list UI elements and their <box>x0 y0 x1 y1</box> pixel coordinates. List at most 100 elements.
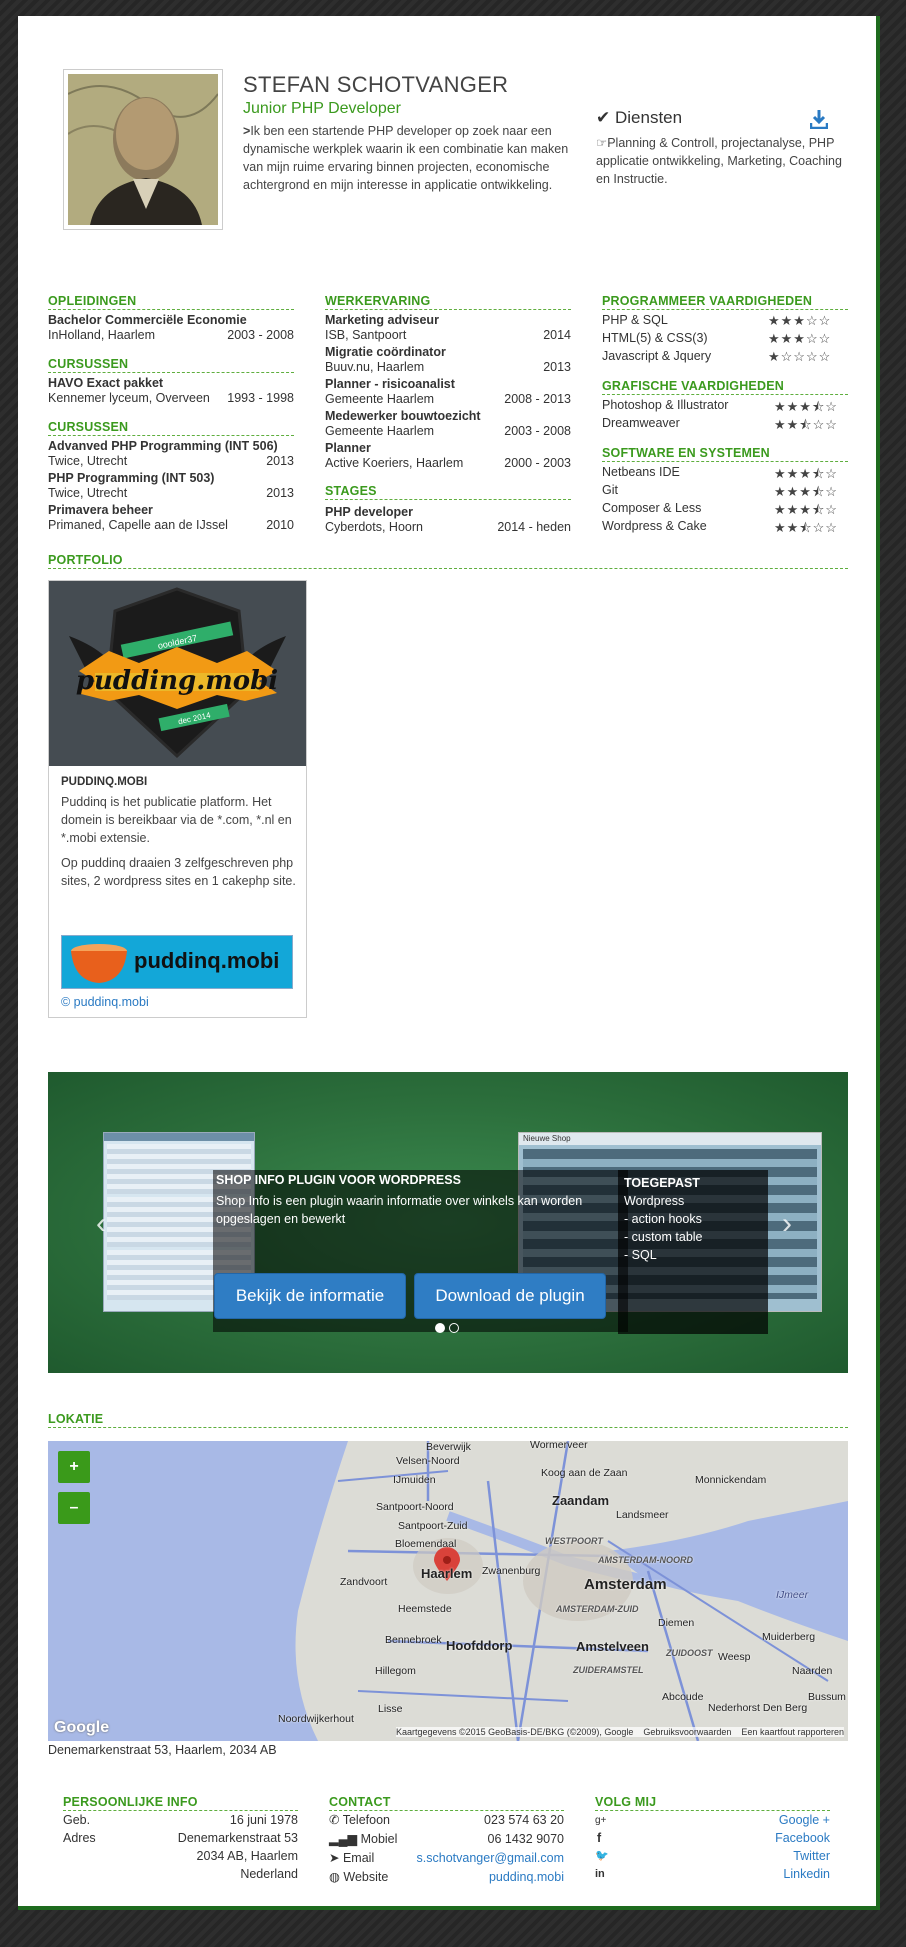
edu-date: 2003 - 2008 <box>227 328 294 342</box>
download-icon[interactable] <box>809 109 829 130</box>
contact-label: Telefoon <box>342 1813 390 1827</box>
map-place-label: Santpoort-Zuid <box>398 1520 468 1532</box>
contact-label: Email <box>342 1851 375 1865</box>
section-persoonlijk: PERSOONLIJKE INFO <box>63 1795 298 1811</box>
website-link[interactable]: puddinq.mobi <box>398 1870 564 1885</box>
prev-slide-arrow-icon[interactable]: ‹ <box>96 1207 106 1241</box>
send-icon: ➤ <box>329 1851 340 1865</box>
skill-name: Javascript & Jquery <box>602 349 712 363</box>
map-place-label: Heemstede <box>398 1603 452 1615</box>
google-plus-link[interactable]: Google + <box>658 1813 830 1828</box>
slide-dot[interactable] <box>449 1323 459 1333</box>
view-info-button[interactable]: Bekijk de informatie <box>214 1273 406 1319</box>
side-line: Wordpress <box>624 1194 685 1208</box>
course-date: 2010 <box>266 518 294 532</box>
services-title: Diensten <box>614 108 683 127</box>
skill-name: Photoshop & Illustrator <box>602 398 729 412</box>
course-name: PHP Programming (INT 503) <box>48 471 215 485</box>
google-logo: Google <box>54 1719 110 1736</box>
contact-label: Website <box>343 1870 389 1884</box>
map-place-label: Diemen <box>658 1617 695 1629</box>
section-software: SOFTWARE EN SYSTEMEN <box>602 446 848 462</box>
zoom-in-button[interactable]: + <box>58 1451 90 1483</box>
edu-name: Bachelor Commerciële Economie <box>48 313 247 327</box>
linkedin-link[interactable]: Linkedin <box>658 1867 830 1882</box>
side-line: - SQL <box>624 1248 657 1262</box>
map-place-label: Velsen-Noord <box>396 1455 460 1467</box>
twitter-link[interactable]: Twitter <box>658 1849 830 1864</box>
map-place-label: Bloemendaal <box>395 1538 457 1550</box>
work-date: 2000 - 2003 <box>504 456 571 470</box>
side-line: - custom table <box>624 1230 703 1244</box>
section-lokatie: LOKATIE <box>48 1412 848 1428</box>
table-header-bar <box>104 1133 254 1141</box>
map-image <box>48 1441 848 1741</box>
slide-dot-active[interactable] <box>435 1323 445 1333</box>
thumbs-up-icon: ☞ <box>596 136 608 150</box>
intro-text: Ik ben een startende PHP developer op zo… <box>243 124 569 192</box>
course-place: Primaned, Capelle aan de IJssel <box>48 518 228 532</box>
work-name: Migratie coördinator <box>325 345 446 359</box>
profile-intro: >Ik ben een startende PHP developer op z… <box>243 122 573 194</box>
side-title: TOEGEPAST <box>624 1176 700 1190</box>
work-date: 2013 <box>543 360 571 374</box>
portrait-image <box>67 74 219 225</box>
skill-name: Composer & Less <box>602 501 702 515</box>
google-plus-icon: g+ <box>595 1815 607 1826</box>
portfolio-link[interactable]: © puddinq.mobi <box>61 995 149 1009</box>
map-place-label: Naarden <box>792 1665 833 1677</box>
map-place-label: Hoofddorp <box>446 1638 513 1653</box>
services-header: ✔ Diensten <box>596 108 846 128</box>
map-place-label: Beverwijk <box>426 1441 471 1453</box>
location-map[interactable]: + – Google Kaartgegevens ©2015 GeoBasis-… <box>48 1441 848 1741</box>
next-slide-arrow-icon[interactable]: › <box>782 1207 792 1241</box>
phone-value: 023 574 63 20 <box>484 1813 564 1827</box>
work-item: Planner - risicoanalist Gemeente Haarlem 2… <box>325 377 571 407</box>
section-programmeer: PROGRAMMEER VAARDIGHEDEN <box>602 294 848 310</box>
address-line: Nederland <box>240 1867 298 1881</box>
edu-place: InHolland, Haarlem <box>48 328 155 342</box>
project-slider: Nieuwe Shop SHOP INFO PLUGIN VOOR WORDPR… <box>48 1072 848 1373</box>
map-place-label: Hillegom <box>375 1665 416 1677</box>
section-portfolio: PORTFOLIO <box>48 553 848 569</box>
map-place-label: Monnickendam <box>695 1474 767 1486</box>
email-link[interactable]: s.schotvanger@gmail.com <box>388 1851 564 1866</box>
work-date: 2014 <box>543 328 571 342</box>
course-item: PHP Programming (INT 503) Twice, Utrecht… <box>48 471 294 501</box>
puddinq-logo-image: ooolder37 pudding.mobi dec 2014 <box>49 581 306 766</box>
contact-website: ◍ Website <box>329 1870 388 1885</box>
map-place-label: Zaandam <box>552 1493 610 1508</box>
card-title: PUDDINQ.MOBI <box>61 776 148 788</box>
zoom-out-button[interactable]: – <box>58 1492 90 1524</box>
map-place-label: IJmeer <box>776 1589 809 1601</box>
section-contact: CONTACT <box>329 1795 564 1811</box>
map-place-label: Landsmeer <box>616 1509 669 1521</box>
rating-stars: ★★★☆☆ <box>768 313 832 328</box>
map-place-label: ZUIDOOST <box>666 1648 713 1658</box>
globe-icon: ◍ <box>329 1870 340 1884</box>
section-grafisch: GRAFISCHE VAARDIGHEDEN <box>602 379 848 395</box>
rating-stars: ★★★☆☆ <box>768 331 832 346</box>
profile-photo <box>63 69 223 230</box>
logo-text: pudding.mobi <box>76 666 278 696</box>
work-item: Planner Active Koeriers, Haarlem 2000 - 20… <box>325 441 571 471</box>
map-place-label: Lisse <box>378 1703 403 1715</box>
puddinq-banner[interactable]: puddinq.mobi <box>61 935 293 989</box>
map-place-label: ZUIDERAMSTEL <box>573 1665 644 1675</box>
portfolio-card[interactable]: ooolder37 pudding.mobi dec 2014 PUDDINQ.… <box>48 580 307 1018</box>
contact-mobile: ▂▄▆ Mobiel <box>329 1832 397 1847</box>
map-place-label: Santpoort-Noord <box>376 1501 454 1513</box>
map-place-label: Koog aan de Zaan <box>541 1467 628 1479</box>
card-paragraph-1: Puddinq is het publicatie platform. Het … <box>61 795 292 845</box>
download-plugin-button[interactable]: Download de plugin <box>414 1273 606 1319</box>
skill-name: Wordpress & Cake <box>602 519 707 533</box>
skill-name: PHP & SQL <box>602 313 668 327</box>
map-place-label: Haarlem <box>421 1566 473 1581</box>
course-date: 1993 - 1998 <box>227 391 294 405</box>
facebook-link[interactable]: Facebook <box>658 1831 830 1846</box>
facebook-icon: f <box>597 1831 602 1845</box>
slide-side-panel: TOEGEPAST Wordpress - action hooks - cus… <box>618 1170 768 1334</box>
work-date: 2003 - 2008 <box>504 424 571 438</box>
work-item: Medewerker bouwtoezicht Gemeente Haarlem 2… <box>325 409 571 439</box>
birth-date: 16 juni 1978 <box>229 1813 298 1827</box>
